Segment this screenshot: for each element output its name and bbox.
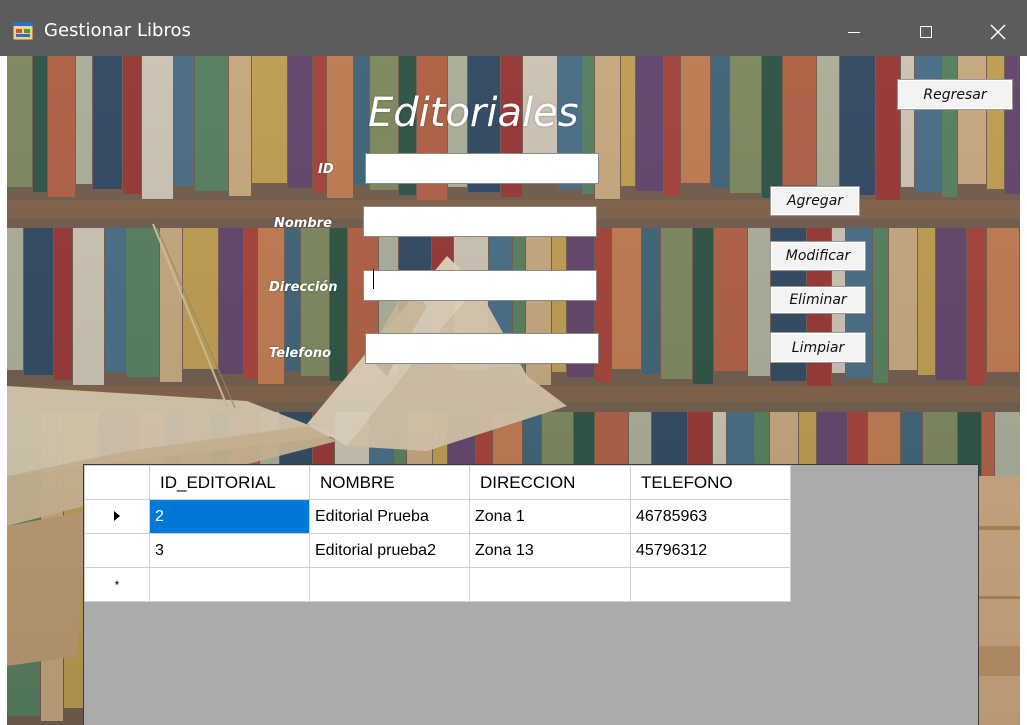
cell-direccion[interactable]: Zona 1	[469, 499, 631, 534]
close-icon	[990, 24, 1006, 40]
form-client-area: Editoriales ID Nombre Dirección Telefono…	[7, 56, 1020, 725]
editoriales-data-grid[interactable]: ID_EDITORIAL NOMBRE DIRECCION TELEFONO 2…	[83, 464, 979, 725]
cell-nombre[interactable]: Editorial prueba2	[309, 533, 470, 568]
maximize-icon	[920, 26, 932, 38]
new-row-marker: *	[114, 577, 120, 592]
cell-nombre[interactable]: Editorial Prueba	[309, 499, 470, 534]
text-caret	[373, 269, 374, 289]
direccion-field[interactable]	[363, 270, 597, 301]
cell-telefono[interactable]: 45796312	[630, 533, 791, 568]
nombre-label: Nombre	[274, 216, 332, 231]
data-grid-table: ID_EDITORIAL NOMBRE DIRECCION TELEFONO 2…	[84, 465, 791, 602]
column-header-nombre[interactable]: NOMBRE	[309, 465, 470, 500]
current-row-arrow-icon	[114, 511, 120, 522]
limpiar-button[interactable]: Limpiar	[770, 332, 866, 363]
app-window: Gestionar Libros Editoriales ID Nombre D…	[0, 0, 1027, 725]
eliminar-button[interactable]: Eliminar	[770, 286, 866, 314]
new-cell-direccion[interactable]	[469, 567, 631, 602]
telefono-label: Telefono	[269, 346, 332, 361]
app-window-icon	[13, 22, 33, 40]
agregar-button[interactable]: Agregar	[770, 186, 860, 216]
direccion-label: Dirección	[269, 280, 338, 295]
nombre-field[interactable]	[363, 206, 597, 237]
column-header-telefono[interactable]: TELEFONO	[630, 465, 791, 500]
column-header-direccion[interactable]: DIRECCION	[469, 465, 631, 500]
minimize-icon	[848, 32, 860, 33]
top-left-header-cell[interactable]	[84, 465, 150, 500]
maximize-button[interactable]	[898, 10, 954, 54]
new-cell-nombre[interactable]	[309, 567, 470, 602]
new-cell-id-editorial[interactable]	[149, 567, 310, 602]
telefono-field[interactable]	[365, 333, 599, 364]
row-header-current[interactable]	[84, 499, 150, 534]
cell-id-editorial[interactable]: 2	[149, 499, 310, 534]
column-header-id-editorial[interactable]: ID_EDITORIAL	[149, 465, 310, 500]
cell-id-editorial[interactable]: 3	[149, 533, 310, 568]
header-row: ID_EDITORIAL NOMBRE DIRECCION TELEFONO	[84, 465, 791, 500]
row-header[interactable]	[84, 533, 150, 568]
regresar-button[interactable]: Regresar	[897, 79, 1013, 110]
title-bar[interactable]: Gestionar Libros	[0, 0, 1027, 56]
minimize-button[interactable]	[826, 10, 882, 54]
table-row[interactable]: 3 Editorial prueba2 Zona 13 45796312	[84, 533, 791, 568]
cell-telefono[interactable]: 46785963	[630, 499, 791, 534]
row-header-new[interactable]: *	[84, 567, 150, 602]
window-title: Gestionar Libros	[44, 20, 191, 41]
close-button[interactable]	[970, 10, 1026, 54]
cell-direccion[interactable]: Zona 13	[469, 533, 631, 568]
id-field[interactable]	[365, 153, 599, 184]
new-row[interactable]: *	[84, 567, 791, 602]
new-cell-telefono[interactable]	[630, 567, 791, 602]
form-heading: Editoriales	[368, 90, 579, 136]
id-label: ID	[318, 162, 334, 177]
modificar-button[interactable]: Modificar	[770, 241, 866, 271]
table-row[interactable]: 2 Editorial Prueba Zona 1 46785963	[84, 499, 791, 534]
